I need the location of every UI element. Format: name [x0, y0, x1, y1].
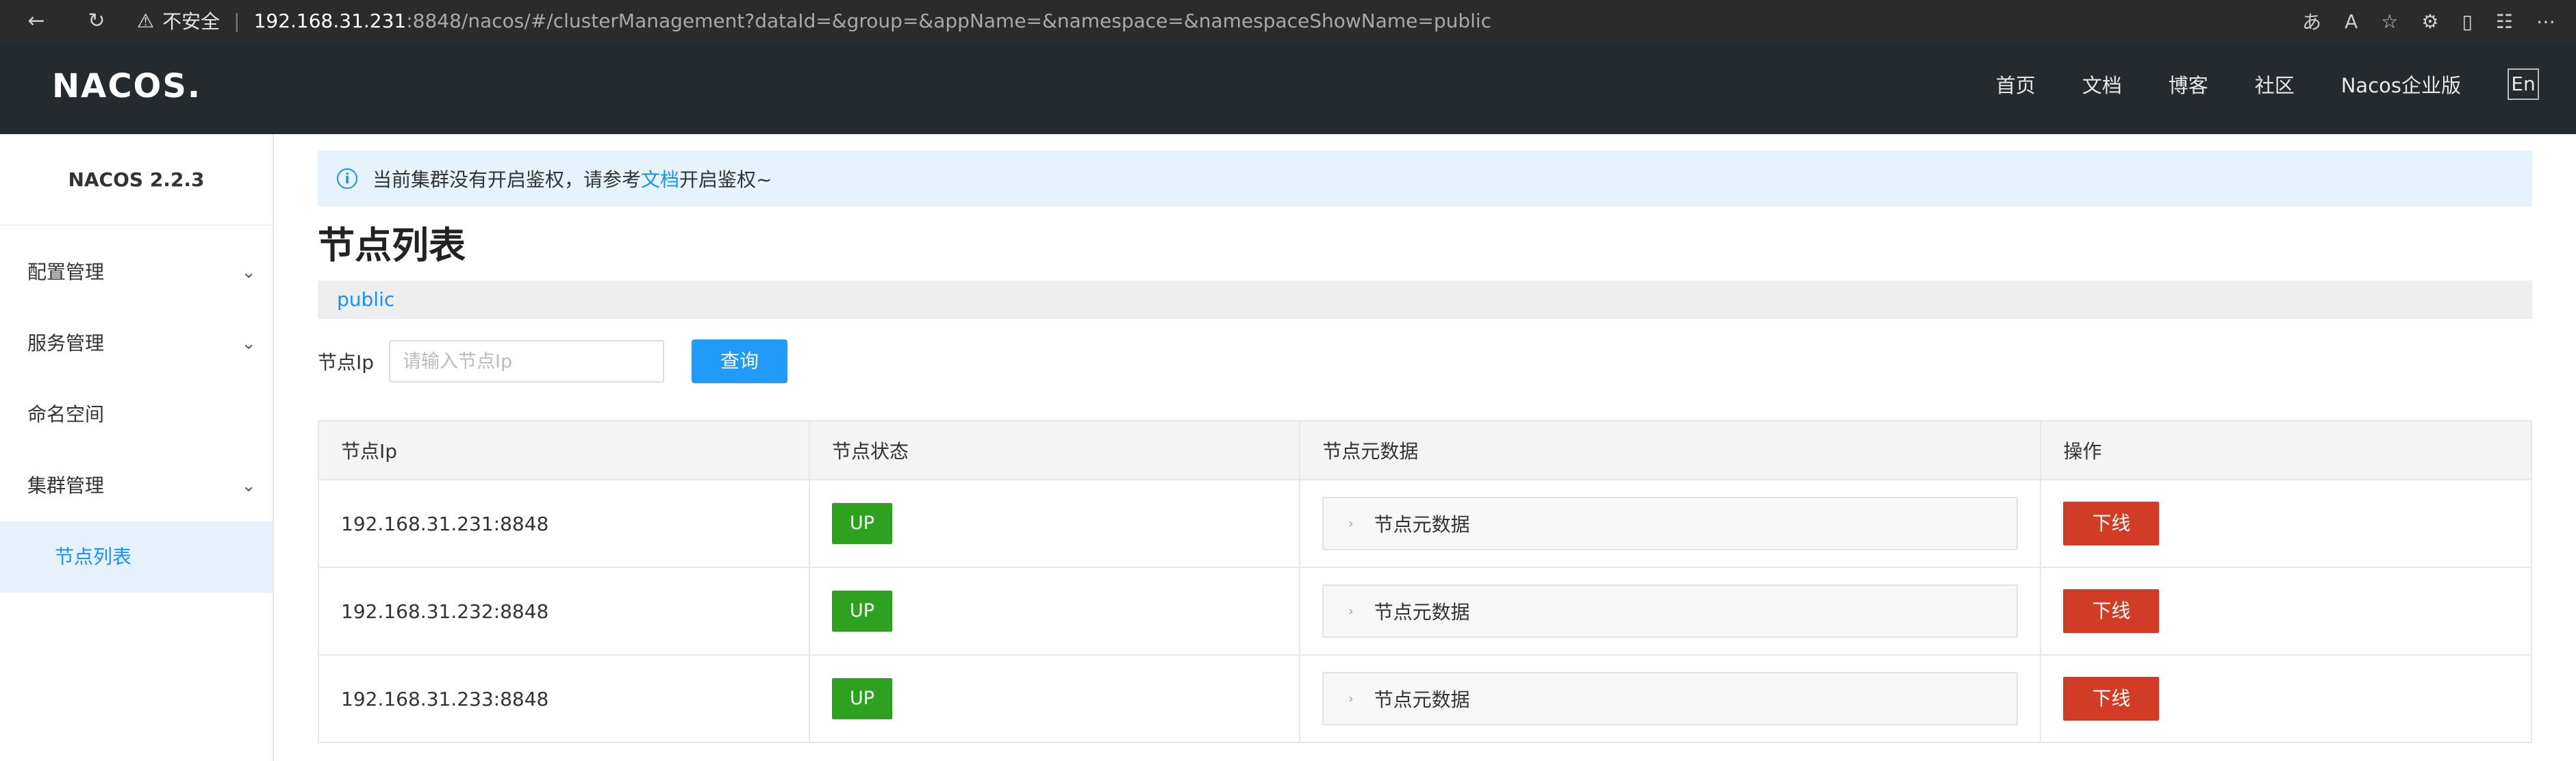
node-ip-input[interactable]: [389, 340, 665, 383]
nacos-logo[interactable]: NACOS.: [52, 67, 201, 105]
node-ip-label: 节点Ip: [318, 351, 375, 374]
version-label: NACOS 2.2.3: [0, 134, 273, 226]
notice-text-after: 开启鉴权~: [679, 168, 772, 191]
metadata-cell: › 节点元数据: [1299, 479, 2042, 568]
status-cell: UP: [809, 479, 1301, 568]
page-title: 节点列表: [318, 224, 466, 267]
table-row: 192.168.31.233:8848 UP › 节点元数据 下线: [317, 654, 2532, 743]
address-bar[interactable]: ⚠ 不安全 | 192.168.31.231:8848/nacos/#/clus…: [137, 3, 2191, 38]
table-header-row: 节点Ip 节点状态 节点元数据 操作: [317, 420, 2532, 480]
column-header-metadata: 节点元数据: [1299, 420, 2042, 480]
favorite-star-icon[interactable]: ☆: [2381, 10, 2398, 33]
node-table: 节点Ip 节点状态 节点元数据 操作 192.168.31.231:8848 U…: [317, 420, 2532, 743]
nav-enterprise[interactable]: Nacos企业版: [2341, 70, 2461, 99]
nav-community[interactable]: 社区: [2255, 70, 2295, 99]
table-row: 192.168.31.231:8848 UP › 节点元数据 下线: [317, 479, 2532, 568]
metadata-label: 节点元数据: [1374, 688, 1470, 711]
notice-text-before: 当前集群没有开启鉴权，请参考: [372, 168, 642, 191]
app-header: NACOS. 首页 文档 博客 社区 Nacos企业版 En: [0, 42, 2576, 134]
offline-button[interactable]: 下线: [2063, 502, 2160, 545]
metadata-label: 节点元数据: [1374, 601, 1470, 623]
sidebar-item-cluster[interactable]: 集群管理 ⌄: [0, 450, 273, 521]
url-separator: |: [233, 9, 240, 32]
node-ip-cell: 192.168.31.233:8848: [317, 654, 811, 743]
column-header-status: 节点状态: [809, 420, 1301, 480]
sidebar-item-namespace[interactable]: 命名空间: [0, 379, 273, 450]
node-ip-cell: 192.168.31.232:8848: [317, 567, 811, 656]
metadata-cell: › 节点元数据: [1299, 567, 2042, 656]
collections-icon[interactable]: ☷: [2496, 10, 2513, 33]
search-form: 节点Ip 查询: [318, 339, 788, 383]
chevron-right-icon: ›: [1348, 516, 1354, 531]
metadata-cell: › 节点元数据: [1299, 654, 2042, 743]
chevron-down-icon: ⌄: [241, 333, 256, 354]
url-path: :8848/nacos/#/clusterManagement?dataId=&…: [406, 9, 1492, 32]
language-switch[interactable]: En: [2508, 68, 2539, 100]
sidebar-item-label: 命名空间: [27, 403, 105, 426]
url-host: 192.168.31.231: [253, 9, 407, 32]
sidebar-item-label: 服务管理: [27, 332, 105, 354]
status-cell: UP: [809, 654, 1301, 743]
table-row: 192.168.31.232:8848 UP › 节点元数据 下线: [317, 567, 2532, 656]
sidebar-item-label: 集群管理: [27, 474, 105, 497]
chevron-right-icon: ›: [1348, 691, 1354, 706]
status-badge: UP: [832, 503, 893, 544]
back-icon[interactable]: ←: [21, 5, 52, 37]
read-aloud-icon[interactable]: A: [2345, 10, 2358, 33]
chevron-right-icon: ›: [1348, 604, 1354, 619]
column-header-ip: 节点Ip: [317, 420, 811, 480]
status-cell: UP: [809, 567, 1301, 656]
sidebar-item-service[interactable]: 服务管理 ⌄: [0, 308, 273, 379]
chevron-down-icon: ⌄: [241, 262, 256, 283]
reload-icon[interactable]: ↻: [81, 5, 112, 37]
action-cell: 下线: [2040, 479, 2532, 568]
action-cell: 下线: [2040, 654, 2532, 743]
column-header-action: 操作: [2040, 420, 2532, 480]
status-badge: UP: [832, 591, 893, 632]
nav-blog[interactable]: 博客: [2169, 70, 2208, 99]
action-cell: 下线: [2040, 567, 2532, 656]
more-menu-icon[interactable]: ⋯: [2536, 10, 2555, 33]
sidebar: NACOS 2.2.3 配置管理 ⌄ 服务管理 ⌄ 命名空间 集群管理 ⌄ 节点…: [0, 134, 274, 761]
metadata-label: 节点元数据: [1374, 513, 1470, 536]
extensions-icon[interactable]: ⚙: [2421, 10, 2438, 33]
sidebar-item-label: 配置管理: [27, 261, 105, 283]
warning-icon: ⚠: [137, 9, 155, 32]
metadata-expander[interactable]: › 节点元数据: [1322, 672, 2019, 725]
node-ip-cell: 192.168.31.231:8848: [317, 479, 811, 568]
namespace-bar: public: [318, 281, 2532, 319]
metadata-expander[interactable]: › 节点元数据: [1322, 497, 2019, 550]
chevron-down-icon: ⌄: [241, 476, 256, 496]
metadata-expander[interactable]: › 节点元数据: [1322, 584, 2019, 638]
info-icon: i: [337, 168, 357, 189]
nav-docs[interactable]: 文档: [2082, 70, 2122, 99]
browser-toolbar: あ A ☆ ⚙ ▯ ☷ ⋯: [2302, 4, 2555, 38]
translate-icon[interactable]: あ: [2302, 8, 2321, 35]
sidebar-item-config[interactable]: 配置管理 ⌄: [0, 237, 273, 308]
nav-home[interactable]: 首页: [1996, 70, 2036, 99]
security-label: 不安全: [162, 10, 220, 33]
status-badge: UP: [832, 678, 893, 719]
sidebar-subitem-node-list[interactable]: 节点列表: [0, 521, 273, 593]
namespace-public[interactable]: public: [337, 288, 394, 311]
browser-chrome: ← ↻ ⚠ 不安全 | 192.168.31.231:8848/nacos/#/…: [0, 0, 2576, 42]
query-button[interactable]: 查询: [692, 339, 788, 383]
split-screen-icon[interactable]: ▯: [2462, 10, 2472, 33]
offline-button[interactable]: 下线: [2063, 677, 2160, 721]
notice-doc-link[interactable]: 文档: [641, 165, 679, 192]
offline-button[interactable]: 下线: [2063, 589, 2160, 633]
auth-notice: i 当前集群没有开启鉴权，请参考 文档 开启鉴权~: [318, 151, 2532, 207]
top-nav: 首页 文档 博客 社区 Nacos企业版 En: [1949, 68, 2539, 100]
